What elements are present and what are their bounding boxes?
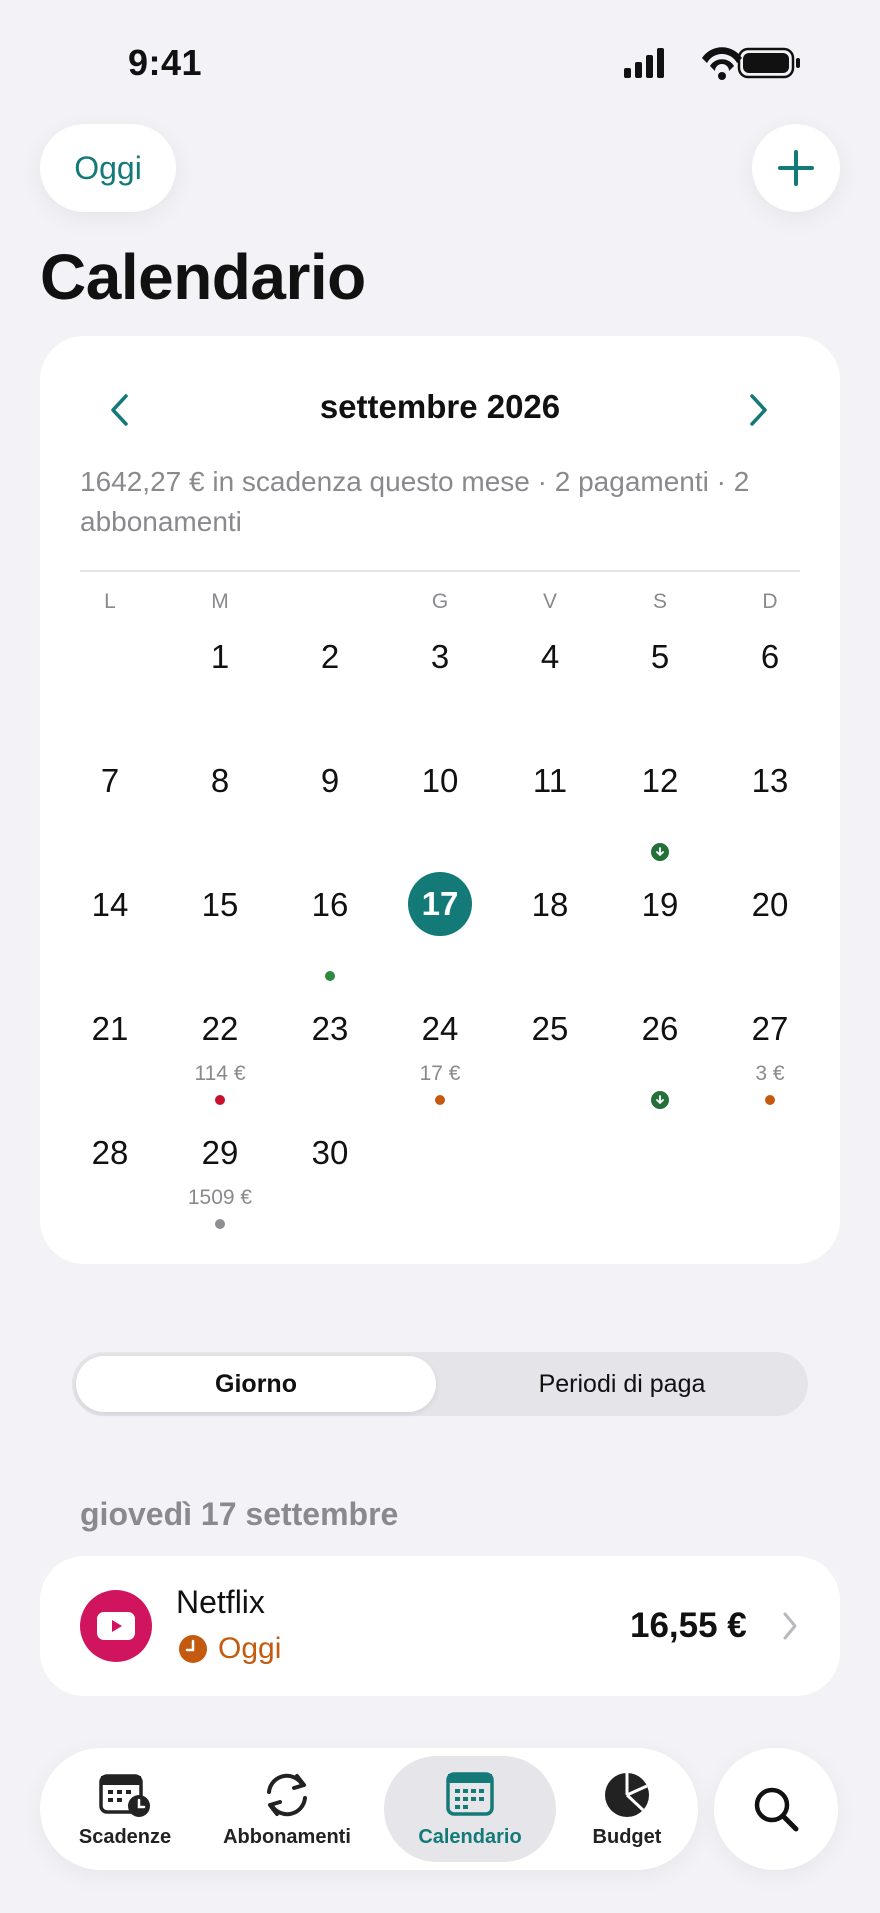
clock-icon (179, 1635, 207, 1663)
calendar-day[interactable]: 7 (65, 762, 155, 800)
income-marker-icon (651, 1091, 669, 1109)
day-amount: 114 € (194, 1062, 246, 1085)
calendar-day[interactable]: 5 (615, 638, 705, 676)
payment-dot (435, 1095, 445, 1105)
calendar-day[interactable]: 14 (65, 886, 155, 924)
payment-dot (215, 1095, 225, 1105)
summary-divider (80, 570, 800, 572)
calendar-day[interactable]: 2 (285, 638, 375, 676)
weekday-label: D (762, 590, 778, 613)
calendar-day[interactable]: 11 (505, 762, 595, 800)
calendar-day[interactable]: 15 (175, 886, 265, 924)
segment-pay-periods[interactable]: Periodi di paga (440, 1356, 804, 1412)
payment-dot (325, 971, 335, 981)
cellular-signal-icon (624, 48, 664, 78)
tab-label: Abbonamenti (223, 1825, 351, 1848)
month-summary: 1642,27 € in scadenza questo mese · 2 pa… (80, 466, 750, 537)
calendar-day[interactable]: 23 (285, 1010, 375, 1048)
event-amount: 16,55 € (630, 1606, 747, 1645)
tab-label: Scadenze (78, 1825, 172, 1848)
weekday-label: G (431, 590, 449, 613)
play-icon (97, 1612, 135, 1640)
payment-dot (765, 1095, 775, 1105)
weekday-label: V (542, 590, 557, 613)
plus-icon (778, 150, 814, 186)
tab-calendario[interactable]: Calendario (384, 1748, 556, 1870)
calendar-day[interactable]: 25 (505, 1010, 595, 1048)
netflix-logo (80, 1590, 152, 1662)
status-time: 9:41 (128, 42, 203, 83)
calendar-day[interactable]: 10 (395, 762, 485, 800)
calendar-day[interactable]: 21 (65, 1010, 155, 1048)
status-icons (624, 47, 800, 80)
event-status: Oggi (178, 1632, 281, 1666)
tab-label: Calendario (418, 1825, 522, 1848)
calendar-day[interactable]: 4 (505, 638, 595, 676)
calendar-day[interactable]: 22 (175, 1010, 265, 1048)
calendar-day[interactable]: 27 (725, 1010, 815, 1048)
search-icon (754, 1787, 799, 1832)
tab-bar: Scadenze Abbonamenti Calendario Budget (40, 1748, 698, 1870)
calendar-day[interactable]: 26 (615, 1010, 705, 1048)
wifi-icon (702, 47, 742, 80)
calendar-day[interactable]: 3 (395, 638, 485, 676)
calendar-day[interactable]: 28 (65, 1134, 155, 1172)
page-title: Calendario (40, 241, 366, 313)
calendar-day[interactable]: 19 (615, 886, 705, 924)
segment-day[interactable]: Giorno (76, 1356, 436, 1412)
view-segmented-control: Giorno Periodi di paga (72, 1352, 808, 1416)
month-label: settembre 2026 (319, 388, 561, 425)
refresh-icon (267, 1773, 307, 1816)
calendar-card: settembre 2026 1642,27 € in scadenza que… (40, 336, 840, 1264)
weekday-label: M (211, 590, 229, 613)
calendar-grid-icon (446, 1771, 494, 1816)
today-button[interactable]: Oggi (40, 124, 176, 212)
weekday-label: S (652, 590, 667, 613)
add-button[interactable] (752, 124, 840, 212)
payment-dot (215, 1219, 225, 1229)
search-button[interactable] (714, 1748, 838, 1870)
day-amount: 1509 € (187, 1186, 253, 1209)
calendar-day[interactable]: 12 (615, 762, 705, 800)
next-month-button[interactable] (730, 382, 786, 438)
calendar-day[interactable]: 24 (395, 1010, 485, 1048)
chevron-right-icon (783, 1612, 797, 1640)
calendar-clock-icon (99, 1773, 150, 1817)
selected-day-heading: giovedì 17 settembre (80, 1496, 399, 1532)
pie-chart-icon (605, 1772, 649, 1817)
tab-budget[interactable]: Budget (566, 1748, 688, 1870)
day-amount: 3 € (755, 1062, 785, 1085)
tab-scadenze[interactable]: Scadenze (50, 1748, 200, 1870)
calendar-day[interactable]: 18 (505, 886, 595, 924)
chevron-right-icon (750, 394, 767, 426)
calendar-day[interactable]: 13 (725, 762, 815, 800)
calendar-day-today[interactable]: 17 (408, 872, 472, 936)
calendar-day[interactable]: 6 (725, 638, 815, 676)
day-amount: 17 € (419, 1062, 461, 1085)
calendar-day[interactable]: 30 (285, 1134, 375, 1172)
calendar-day[interactable]: 8 (175, 762, 265, 800)
income-marker-icon (651, 843, 669, 861)
calendar-day[interactable]: 1 (175, 638, 265, 676)
battery-icon (737, 47, 800, 79)
calendar-day[interactable]: 9 (285, 762, 375, 800)
calendar-day[interactable]: 20 (725, 886, 815, 924)
weekday-label: L (104, 590, 116, 613)
tab-label: Budget (592, 1825, 662, 1848)
tab-abbonamenti[interactable]: Abbonamenti (200, 1748, 374, 1870)
event-name: Netflix (176, 1584, 265, 1620)
event-status-label: Oggi (218, 1632, 282, 1665)
calendar-day[interactable]: 29 (175, 1134, 265, 1172)
event-row-netflix[interactable]: Netflix Oggi 16,55 € (40, 1556, 840, 1696)
calendar-day[interactable]: 16 (285, 886, 375, 924)
